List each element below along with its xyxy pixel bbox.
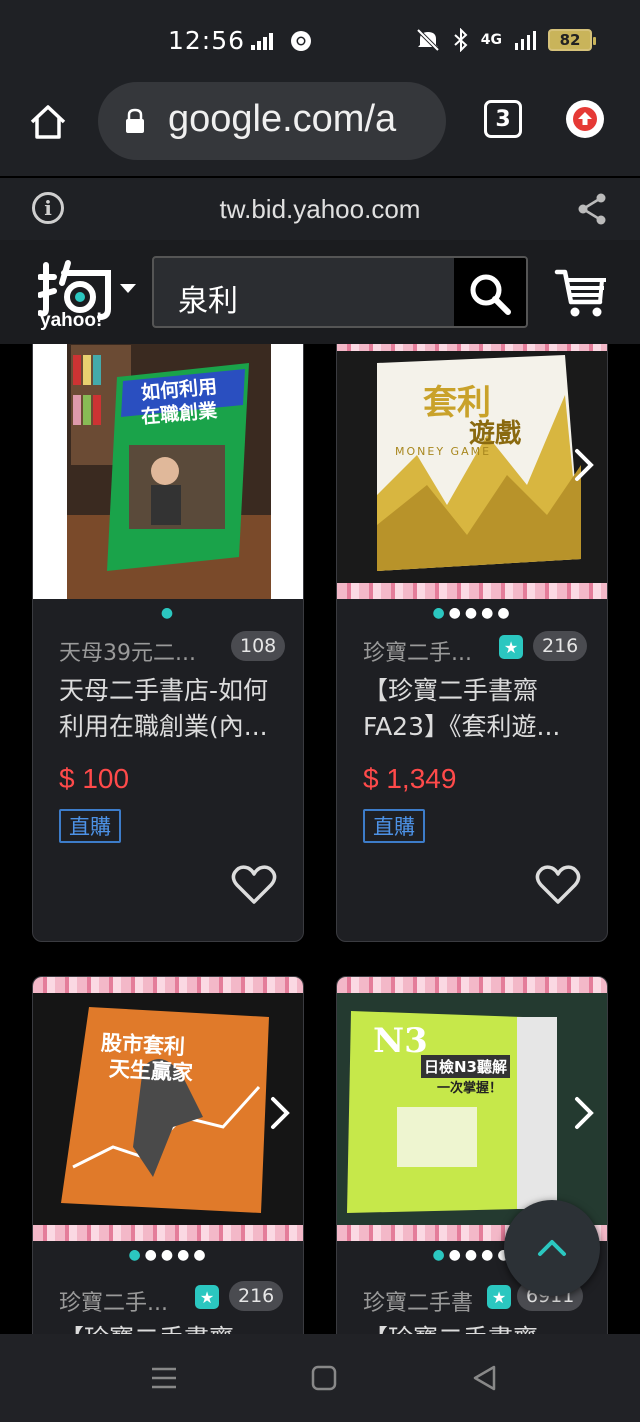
lock-icon bbox=[126, 108, 144, 133]
back-icon[interactable] bbox=[470, 1364, 498, 1392]
star-seller-icon: ★ bbox=[499, 635, 523, 659]
site-header: yahoo! 泉利 bbox=[0, 240, 640, 344]
scroll-to-top-button[interactable] bbox=[504, 1200, 600, 1296]
search-query[interactable]: 泉利 bbox=[178, 276, 238, 320]
rating-count-badge: 108 bbox=[231, 631, 286, 661]
direct-buy-tag: 直購 bbox=[363, 809, 425, 843]
product-price: $ 1,349 bbox=[363, 763, 457, 794]
product-image-text: 天生贏家 bbox=[108, 1056, 194, 1086]
yahoo-wordmark: yahoo! bbox=[40, 310, 103, 331]
home-nav-icon[interactable] bbox=[310, 1364, 338, 1392]
product-title[interactable]: 天母二手書店-如何利用在職創業(內... bbox=[59, 673, 285, 745]
product-card[interactable]: 套利 遊戲 MONEY GAME ●●●●● 珍寶二手... ★ 216 【珍寶… bbox=[336, 344, 608, 942]
custom-tab-infobar: i tw.bid.yahoo.com bbox=[0, 176, 640, 240]
share-icon[interactable] bbox=[576, 192, 608, 226]
search-field[interactable]: 泉利 bbox=[152, 256, 528, 328]
heart-icon[interactable] bbox=[535, 863, 581, 905]
heart-icon[interactable] bbox=[231, 863, 277, 905]
status-bar: 12:56 4G 82 bbox=[0, 0, 640, 80]
address-bar[interactable]: google.com/a bbox=[98, 82, 446, 160]
update-icon[interactable] bbox=[566, 100, 604, 138]
product-image-text: 日檢N3聽解 bbox=[421, 1055, 510, 1078]
product-card[interactable]: 股市套利 天生贏家 ●●●●● 珍寶二手... ★ 216 【珍寶二手書齋 bbox=[32, 976, 304, 1334]
chevron-right-icon[interactable] bbox=[569, 445, 599, 485]
carousel-dots: ●●●●● bbox=[128, 1247, 210, 1263]
product-image-text: MONEY GAME bbox=[395, 445, 492, 458]
seller-name[interactable]: 珍寶二手... bbox=[59, 1285, 168, 1317]
product-image[interactable]: 如何利用 在職創業 bbox=[33, 344, 303, 599]
carousel-dots: ●●●●● bbox=[432, 605, 514, 621]
status-time: 12:56 bbox=[168, 26, 246, 55]
seller-name[interactable]: 珍寶二手... bbox=[363, 635, 472, 667]
tab-switcher-button[interactable]: 3 bbox=[484, 100, 522, 138]
product-price: $ 100 bbox=[59, 763, 130, 794]
chrome-icon bbox=[291, 31, 311, 51]
seller-name[interactable]: 珍寶二手書 bbox=[363, 1285, 473, 1317]
recent-apps-icon[interactable] bbox=[150, 1364, 178, 1392]
mute-icon bbox=[416, 28, 440, 52]
product-card[interactable]: 如何利用 在職創業 ● 天母39元二... 108 天母二手書店-如何利用在職創… bbox=[32, 344, 304, 942]
bluetooth-icon bbox=[454, 28, 468, 52]
carousel-dots: ● bbox=[160, 605, 178, 621]
product-title[interactable]: 【珍寶二手書齋 bbox=[363, 1321, 589, 1334]
product-image[interactable]: 套利 遊戲 MONEY GAME bbox=[337, 344, 607, 599]
chevron-up-icon bbox=[538, 1240, 566, 1256]
product-title[interactable]: 【珍寶二手書齋 bbox=[59, 1321, 285, 1334]
search-button[interactable] bbox=[454, 258, 526, 326]
site-domain: tw.bid.yahoo.com bbox=[219, 194, 421, 224]
cart-icon[interactable] bbox=[554, 264, 610, 320]
seller-name[interactable]: 天母39元二... bbox=[59, 635, 196, 667]
product-image-text: 一次掌握！ bbox=[437, 1081, 503, 1096]
cell-signal-icon bbox=[515, 31, 536, 50]
product-title[interactable]: 【珍寶二手書齋FA23】《套利遊... bbox=[363, 673, 589, 745]
product-image[interactable]: N3 日檢N3聽解 一次掌握！ bbox=[337, 977, 607, 1241]
star-seller-icon: ★ bbox=[487, 1285, 511, 1309]
system-nav-bar bbox=[0, 1334, 640, 1422]
rating-count-badge: 216 bbox=[533, 631, 588, 661]
product-image-text: N3 bbox=[373, 1021, 428, 1061]
chevron-right-icon[interactable] bbox=[569, 1093, 599, 1133]
product-grid: 如何利用 在職創業 ● 天母39元二... 108 天母二手書店-如何利用在職創… bbox=[0, 344, 640, 1334]
star-seller-icon: ★ bbox=[195, 1285, 219, 1309]
url-text: google.com/a bbox=[168, 98, 397, 140]
network-type: 4G bbox=[480, 32, 502, 48]
signal-bars-icon bbox=[251, 33, 273, 50]
rating-count-badge: 216 bbox=[229, 1281, 284, 1311]
direct-buy-tag: 直購 bbox=[59, 809, 121, 843]
chevron-down-icon[interactable] bbox=[120, 284, 136, 293]
browser-toolbar: google.com/a 3 bbox=[0, 80, 640, 176]
chevron-right-icon[interactable] bbox=[265, 1093, 295, 1133]
product-image[interactable]: 股市套利 天生贏家 bbox=[33, 977, 303, 1241]
battery-indicator: 82 bbox=[548, 29, 596, 51]
home-icon[interactable] bbox=[28, 102, 68, 142]
search-icon bbox=[470, 274, 511, 315]
